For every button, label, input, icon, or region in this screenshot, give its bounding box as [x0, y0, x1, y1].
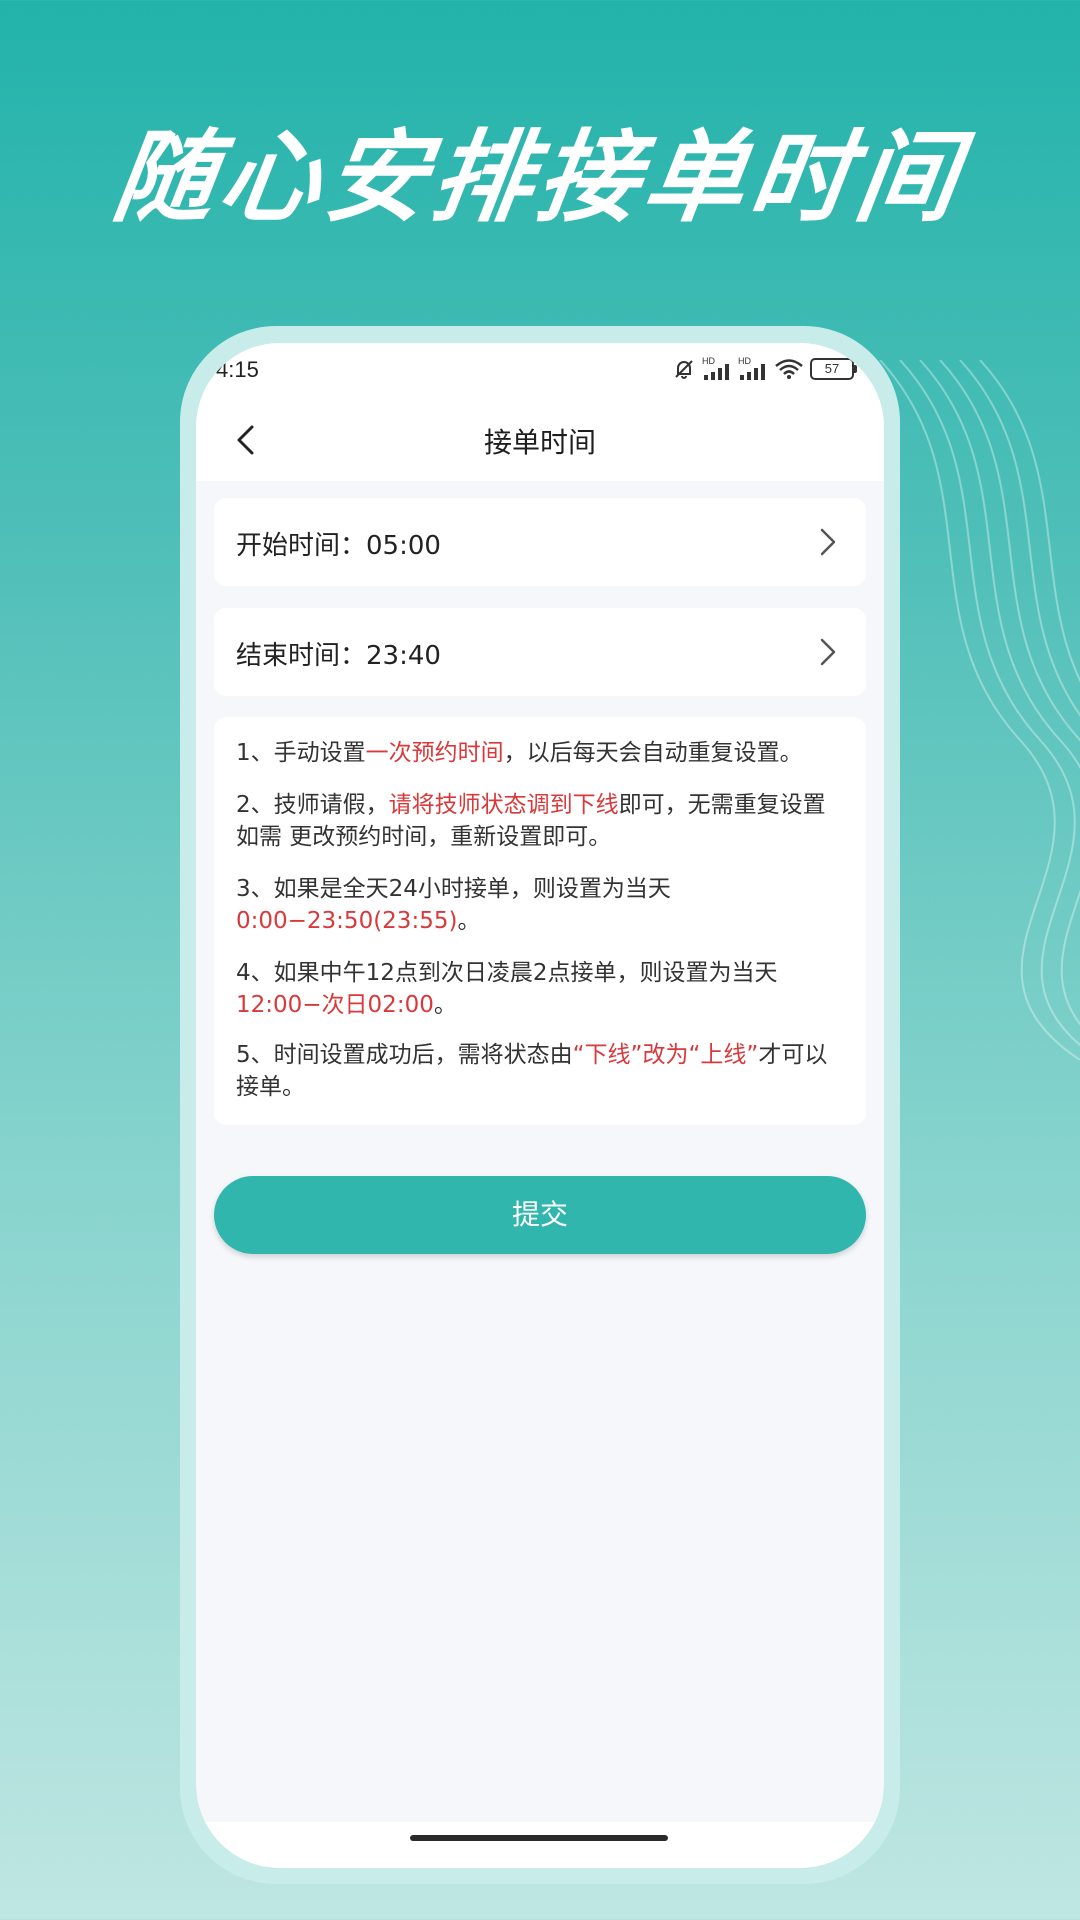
end-time-text: 结束时间：23:40 [236, 635, 441, 672]
end-time-label: 结束时间： [236, 641, 367, 671]
start-time-text: 开始时间：05:00 [236, 525, 441, 562]
signal-2-icon: HD [738, 356, 768, 380]
note-5: 5、时间设置成功后，需将状态由“下线”改为“上线”才可以接单。 [236, 1042, 828, 1100]
note-1: 1、手动设置一次预约时间，以后每天会自动重复设置。 [236, 740, 803, 766]
decorative-waves [879, 360, 1080, 1060]
instructions-card: 1、手动设置一次预约时间，以后每天会自动重复设置。 2、技师请假，请将技师状态调… [214, 717, 866, 1125]
start-time-label: 开始时间： [236, 531, 367, 561]
status-icons: HD HD 57 [672, 356, 857, 381]
note-3: 3、如果是全天24小时接单，则设置为当天 0:00−23:50(23:55)。 [236, 876, 671, 934]
note-2: 2、技师请假，请将技师状态调到下线即可，无需重复设置如需 更改预约时间，重新设置… [236, 792, 826, 850]
chevron-right-icon [820, 528, 836, 556]
submit-button[interactable]: 提交 [214, 1176, 866, 1254]
promo-title: 随心安排接单时间 [106, 119, 971, 236]
start-time-value: 05:00 [366, 531, 441, 561]
battery-icon: 57 [810, 358, 857, 380]
end-time-row[interactable]: 结束时间：23:40 [214, 608, 866, 696]
page-title: 接单时间 [483, 426, 596, 459]
end-time-value: 23:40 [366, 641, 441, 671]
phone-screen: 4:15 HD HD 57 接单时间 开始时间：05:00 结束时间：23:40… [196, 343, 884, 1868]
chevron-right-icon [820, 638, 836, 666]
note-4: 4、如果中午12点到次日凌晨2点接单，则设置为当天 12:00−次日02:00。 [236, 960, 778, 1018]
nav-bar: 接单时间 [196, 399, 884, 481]
home-indicator[interactable] [410, 1835, 668, 1841]
home-bar-area [196, 1822, 884, 1868]
status-bar: 4:15 HD HD 57 [196, 343, 884, 399]
signal-1-icon: HD [702, 356, 732, 380]
mute-bell-icon [675, 360, 693, 379]
wifi-icon [775, 359, 803, 379]
status-time: 4:15 [216, 357, 259, 382]
start-time-row[interactable]: 开始时间：05:00 [214, 498, 866, 586]
